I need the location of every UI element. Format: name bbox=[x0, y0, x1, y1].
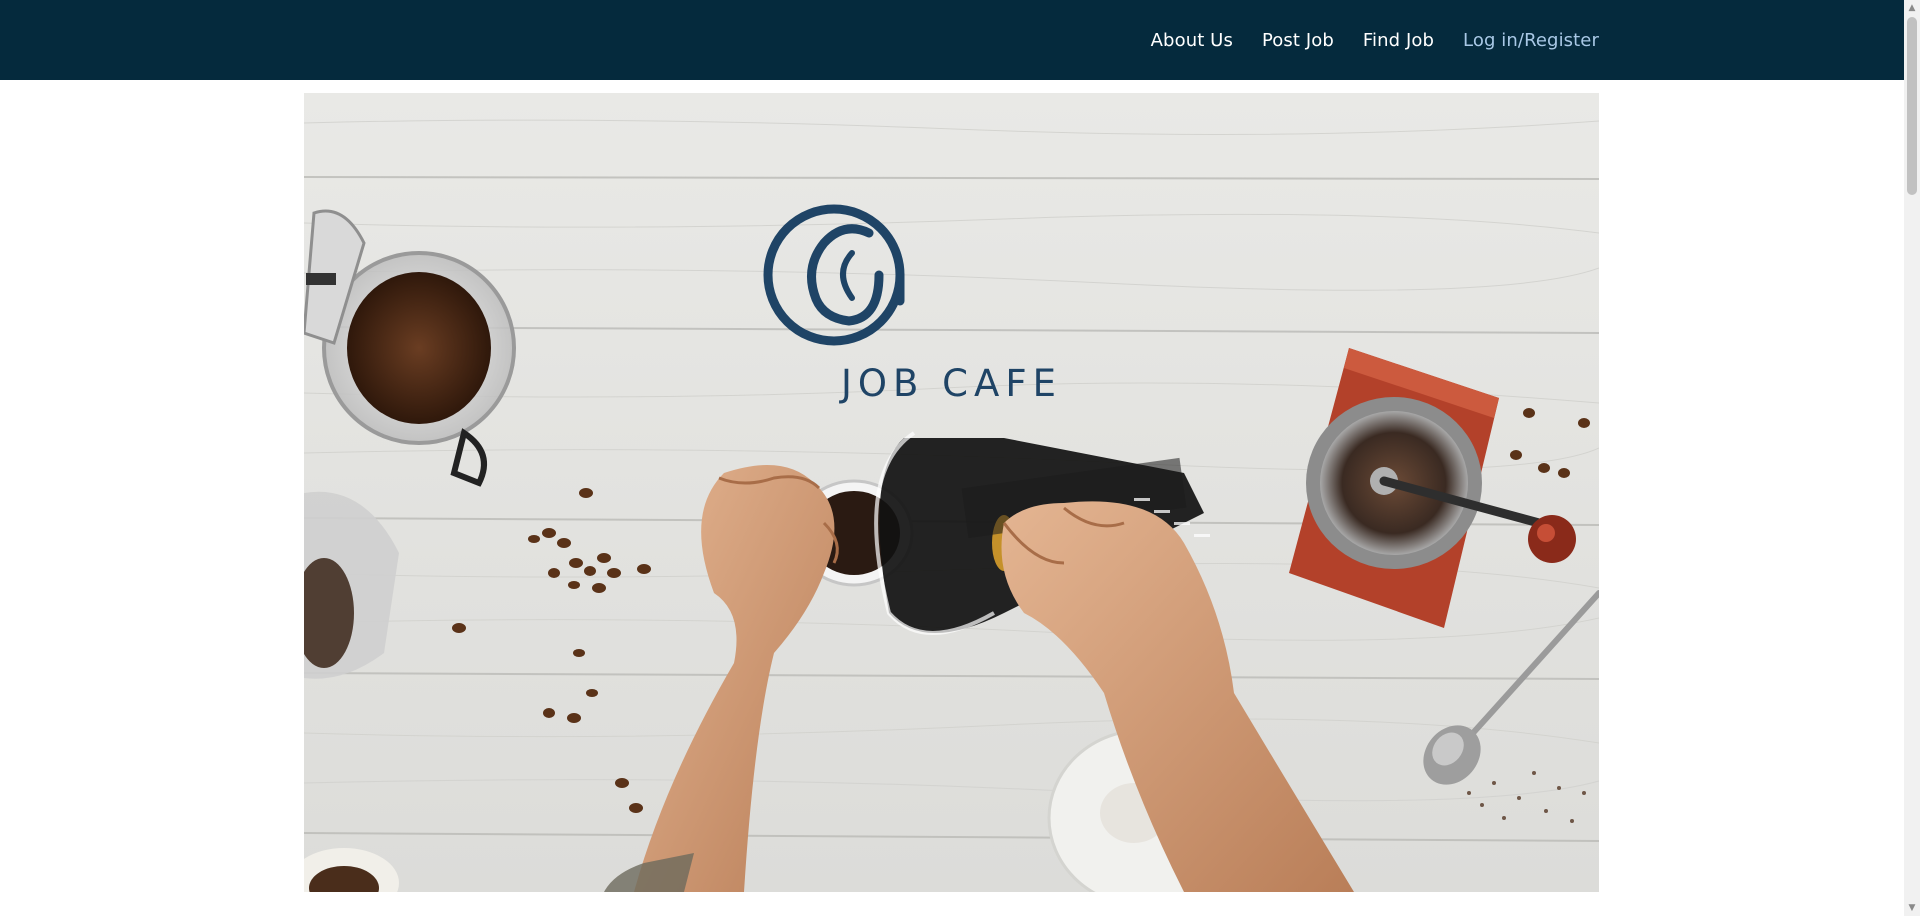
hero-banner-image: JOB CAFE bbox=[304, 93, 1599, 892]
hero-photo-illustration bbox=[304, 93, 1599, 892]
nav-post-job-link[interactable]: Post Job bbox=[1262, 30, 1334, 51]
scrollbar-thumb[interactable] bbox=[1907, 17, 1917, 195]
page: About Us Post Job Find Job Log in/Regist… bbox=[0, 0, 1920, 916]
scroll-up-arrow-icon[interactable]: ▲ bbox=[1904, 0, 1920, 16]
main-nav: About Us Post Job Find Job Log in/Regist… bbox=[1151, 0, 1599, 80]
logo-wordmark: JOB CAFE bbox=[841, 362, 1062, 405]
top-navigation-bar: About Us Post Job Find Job Log in/Regist… bbox=[0, 0, 1904, 80]
vertical-scrollbar[interactable]: ▲ ▼ bbox=[1904, 0, 1920, 916]
nav-find-job-link[interactable]: Find Job bbox=[1363, 30, 1434, 51]
nav-about-us-link[interactable]: About Us bbox=[1151, 30, 1233, 51]
scroll-down-arrow-icon[interactable]: ▼ bbox=[1904, 900, 1920, 916]
nav-login-register-link[interactable]: Log in/Register bbox=[1463, 30, 1599, 51]
